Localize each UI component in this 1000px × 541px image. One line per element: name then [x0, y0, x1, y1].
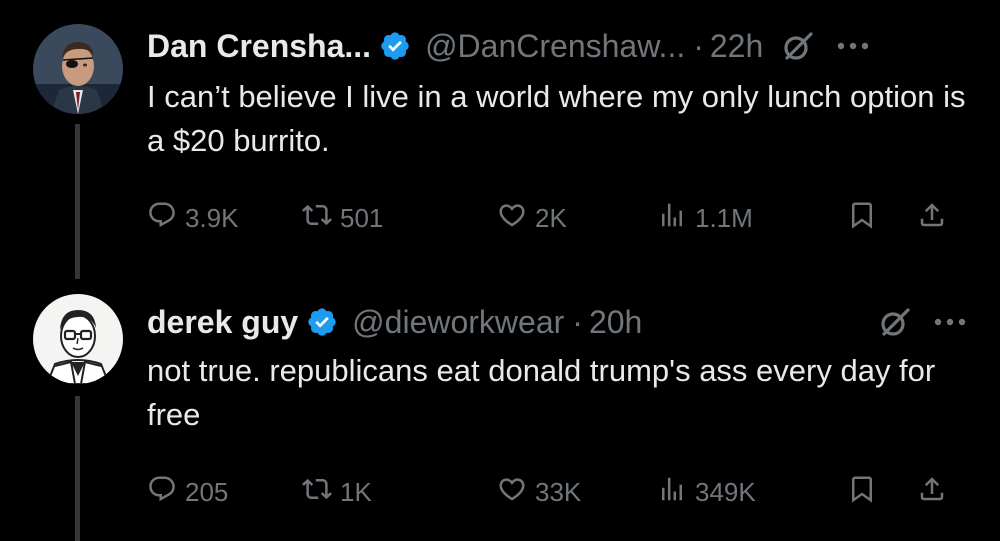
thread-connector-line [75, 396, 80, 541]
tweet-header: Dan Crensha... @DanCrenshaw... · 22h [147, 26, 970, 66]
timestamp[interactable]: 22h [710, 28, 763, 65]
more-horizontal-icon[interactable] [833, 29, 873, 63]
tweet-header: derek guy @dieworkwear · 20h [147, 302, 970, 342]
verified-badge-icon[interactable] [306, 306, 338, 338]
tweet-derek-guy[interactable]: derek guy @dieworkwear · 20h not true. r… [0, 262, 1000, 541]
retweet-count: 1K [340, 476, 372, 507]
share-upload-icon [917, 474, 947, 511]
reply-button[interactable]: 205 [147, 474, 302, 511]
bookmark-icon [847, 200, 877, 237]
like-count: 33K [535, 476, 582, 507]
avatar-derek-guy[interactable] [33, 294, 123, 384]
handle[interactable]: @DanCrenshaw... [425, 28, 685, 65]
separator-dot: · [572, 303, 583, 340]
views-button[interactable]: 1.1M [657, 200, 847, 237]
heart-icon [497, 474, 527, 511]
like-button[interactable]: 33K [497, 474, 657, 511]
reply-bubble-icon [147, 474, 177, 511]
reply-bubble-icon [147, 200, 177, 237]
display-name[interactable]: derek guy [147, 304, 298, 341]
timestamp[interactable]: 20h [589, 304, 642, 341]
tweet-dan-crenshaw[interactable]: Dan Crensha... @DanCrenshaw... · 22h I c… [0, 0, 1000, 279]
share-button[interactable] [917, 200, 957, 237]
bookmark-button[interactable] [847, 474, 917, 511]
tweet-actions: 3.9K 501 2K 1.1M [147, 198, 967, 238]
tweet-actions: 205 1K 33K 349K [147, 472, 967, 512]
retweet-button[interactable]: 1K [302, 474, 497, 511]
grok-slash-circle-icon[interactable] [878, 305, 912, 339]
views-count: 1.1M [695, 202, 753, 233]
share-button[interactable] [917, 474, 957, 511]
retweet-button[interactable]: 501 [302, 200, 497, 237]
reply-count: 3.9K [185, 202, 239, 233]
thread-connector-line [75, 124, 80, 279]
retweet-arrows-icon [302, 474, 332, 511]
handle[interactable]: @dieworkwear [352, 304, 564, 341]
tweet-text: I can’t believe I live in a world where … [147, 79, 966, 158]
retweet-arrows-icon [302, 200, 332, 237]
verified-badge-icon[interactable] [379, 30, 411, 62]
bookmark-button[interactable] [847, 200, 917, 237]
avatar-dan-crenshaw[interactable] [33, 24, 123, 114]
more-horizontal-icon[interactable] [930, 305, 970, 339]
reply-button[interactable]: 3.9K [147, 200, 302, 237]
tweet-text: not true. republicans eat donald trump's… [147, 353, 936, 432]
share-upload-icon [917, 200, 947, 237]
reply-count: 205 [185, 476, 229, 507]
bookmark-icon [847, 474, 877, 511]
grok-slash-circle-icon[interactable] [781, 29, 815, 63]
separator-dot: · [693, 27, 704, 64]
heart-icon [497, 200, 527, 237]
like-button[interactable]: 2K [497, 200, 657, 237]
display-name[interactable]: Dan Crensha... [147, 28, 371, 65]
views-count: 349K [695, 476, 756, 507]
views-bars-icon [657, 474, 687, 511]
views-bars-icon [657, 200, 687, 237]
views-button[interactable]: 349K [657, 474, 847, 511]
like-count: 2K [535, 202, 567, 233]
retweet-count: 501 [340, 202, 384, 233]
